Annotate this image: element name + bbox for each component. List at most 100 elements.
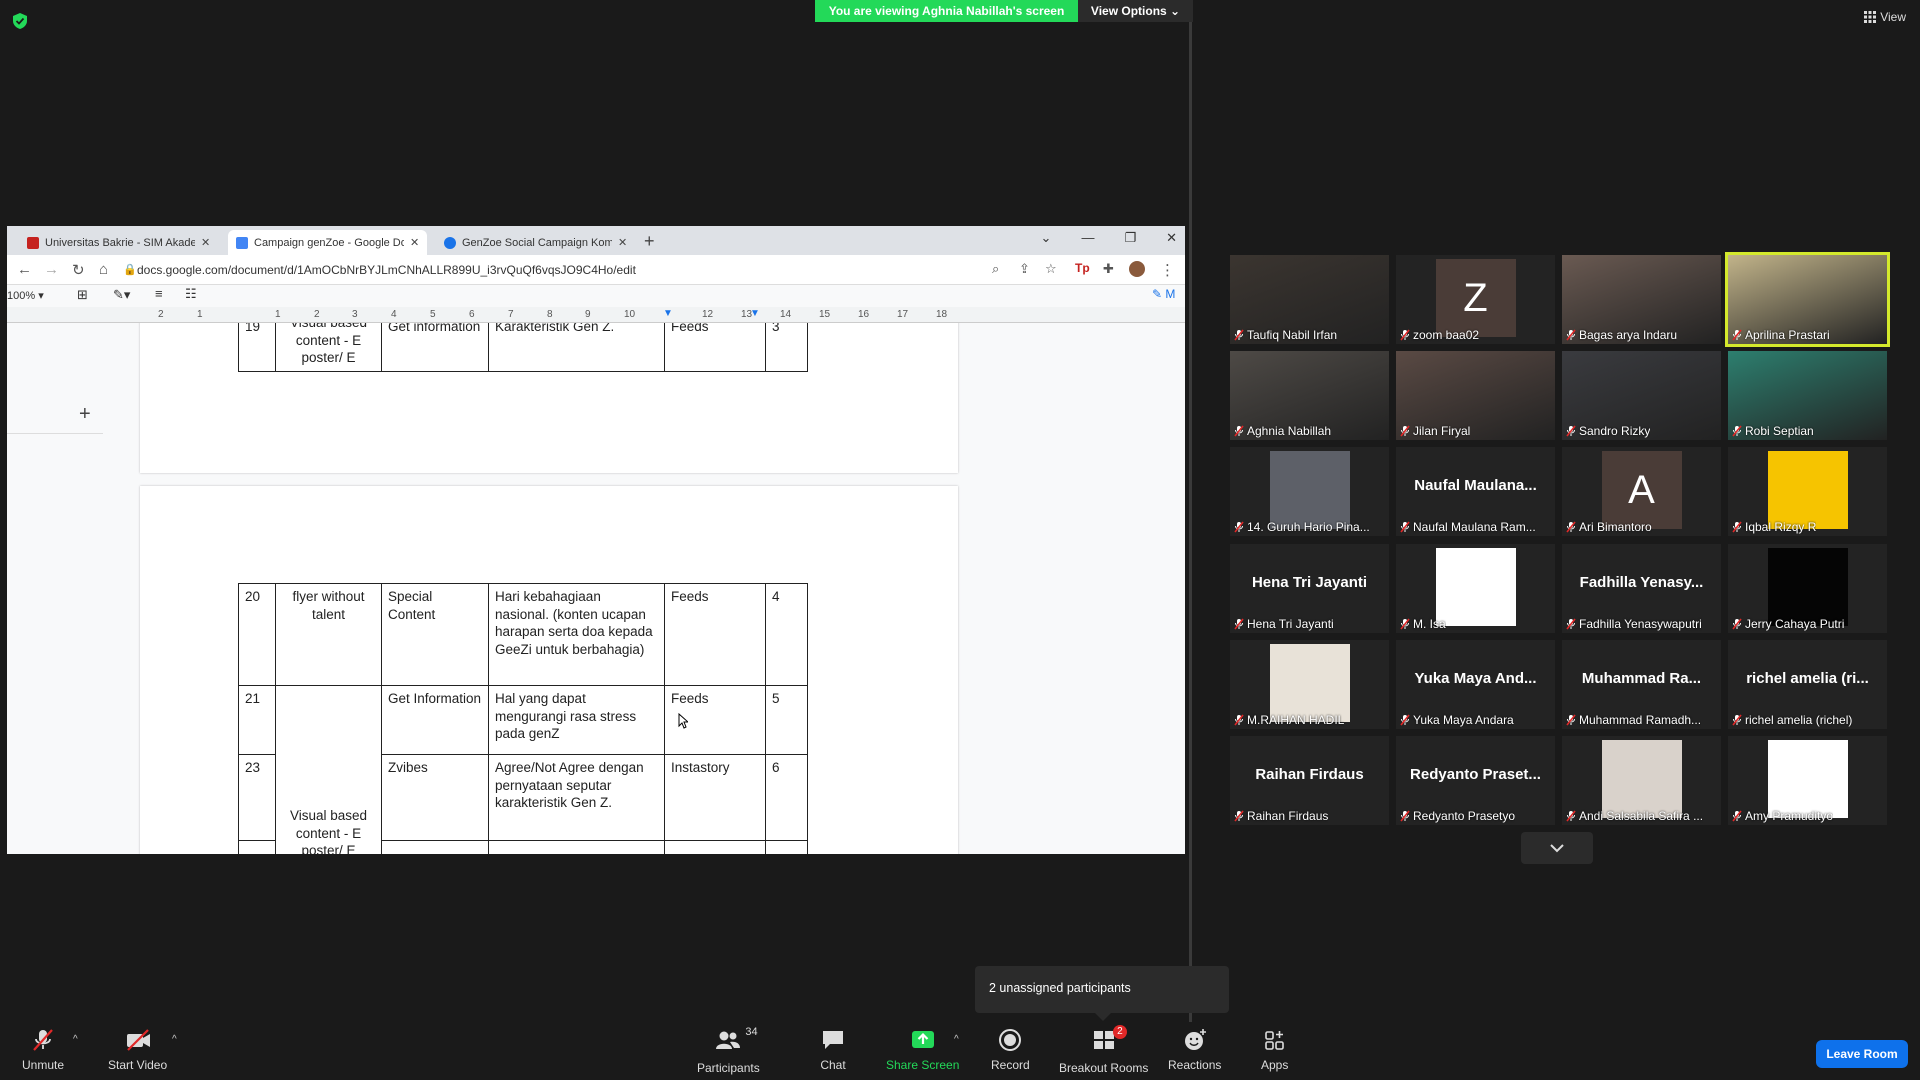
share-screen-button[interactable]: Share Screen: [886, 1028, 959, 1072]
participant-tile[interactable]: Iqbal Rizqy R: [1728, 447, 1887, 536]
cell-purpose[interactable]: Get Information: [381, 685, 489, 755]
document-canvas[interactable]: + 19 Visual based content - E poster/ E …: [7, 323, 1185, 854]
new-tab-icon[interactable]: +: [644, 231, 655, 252]
cell-week[interactable]: 6: [765, 754, 808, 841]
participant-tile[interactable]: Naufal Maulana... Naufal Maulana Ram...: [1396, 447, 1555, 536]
right-indent-marker-icon[interactable]: ▼: [750, 308, 760, 319]
browser-tab-campaign-doc[interactable]: Campaign genZoe - Google Doc ✕: [228, 230, 428, 255]
cell-platform[interactable]: [664, 840, 766, 854]
participants-button[interactable]: 34 Participants: [697, 1026, 760, 1075]
cell-purpose[interactable]: Get information: [381, 323, 489, 372]
close-window-icon[interactable]: ✕: [1166, 230, 1177, 246]
reactions-button[interactable]: Reactions: [1168, 1028, 1221, 1072]
browser-tab-social-campaign[interactable]: GenZoe Social Campaign Kom63 ✕: [436, 230, 635, 255]
add-tab-outline-icon[interactable]: +: [79, 403, 91, 426]
participant-tile[interactable]: Andi Salsabila Safira ...: [1562, 736, 1721, 825]
bookmark-star-icon[interactable]: ☆: [1045, 261, 1057, 277]
cell-platform[interactable]: Feeds: [664, 583, 766, 686]
line-spacing-icon[interactable]: ≡: [155, 286, 163, 301]
breakout-rooms-button[interactable]: 2 Breakout Rooms: [1059, 1025, 1148, 1075]
minimize-icon[interactable]: —: [1081, 230, 1094, 246]
cell-purpose[interactable]: Special Content: [381, 583, 489, 686]
participant-tile[interactable]: Jerry Cahaya Putri: [1728, 544, 1887, 633]
participant-tile[interactable]: Taufiq Nabil Irfan: [1230, 255, 1389, 344]
audio-options-caret-icon[interactable]: ^: [73, 1034, 78, 1045]
participant-tile[interactable]: Sandro Rizky: [1562, 351, 1721, 440]
view-button[interactable]: View: [1864, 10, 1906, 24]
view-options-button[interactable]: View Options ⌄: [1078, 0, 1193, 22]
screen-gallery-splitter[interactable]: [1189, 22, 1192, 1022]
close-tab-icon[interactable]: ✕: [618, 236, 627, 249]
participant-tile[interactable]: Robi Septian: [1728, 351, 1887, 440]
cell-format[interactable]: flyer without talent: [275, 583, 382, 686]
participant-tile[interactable]: M. Isa: [1396, 544, 1555, 633]
participant-tile[interactable]: richel amelia (ri... richel amelia (riche…: [1728, 640, 1887, 729]
share-page-icon[interactable]: ⇪: [1019, 261, 1030, 277]
apps-button[interactable]: Apps: [1261, 1028, 1288, 1072]
reload-icon[interactable]: ↻: [72, 261, 85, 279]
cell-content[interactable]: Karakteristik Gen Z.: [488, 323, 665, 372]
participant-tile[interactable]: Fadhilla Yenasy... Fadhilla Yenasywaputri: [1562, 544, 1721, 633]
participant-tile[interactable]: A Ari Bimantoro: [1562, 447, 1721, 536]
browser-tab-sim[interactable]: Universitas Bakrie - SIM Akadem ✕: [19, 230, 218, 255]
participant-tile[interactable]: Raihan Firdaus Raihan Firdaus: [1230, 736, 1389, 825]
indent-marker-icon[interactable]: ▼: [663, 308, 673, 319]
checklist-icon[interactable]: ☷: [185, 286, 197, 302]
gallery-next-page-button[interactable]: [1521, 832, 1593, 864]
cell-content[interactable]: Hal yang dapat mengurangi rasa stress pa…: [488, 685, 665, 755]
tab-search-icon[interactable]: ⌄: [1041, 230, 1052, 246]
start-video-button[interactable]: Start Video: [108, 1028, 167, 1072]
participant-tile[interactable]: Aghnia Nabillah: [1230, 351, 1389, 440]
cell-purpose[interactable]: Zvibes: [381, 754, 489, 841]
security-shield-icon[interactable]: [12, 12, 28, 30]
back-arrow-icon[interactable]: ←: [17, 261, 32, 278]
participant-tile[interactable]: Zzoom baa02: [1396, 255, 1555, 344]
cell-no[interactable]: 21: [238, 685, 276, 755]
zoom-lens-icon[interactable]: ⌕: [992, 261, 999, 277]
cell-week[interactable]: 3: [765, 323, 808, 372]
participant-tile[interactable]: Aprilina Prastari: [1725, 252, 1890, 347]
leave-room-button[interactable]: Leave Room: [1816, 1040, 1908, 1068]
unmute-button[interactable]: Unmute: [22, 1028, 64, 1072]
participant-tile[interactable]: M.RAIHAN HADIL: [1230, 640, 1389, 729]
highlight-pen-icon[interactable]: ✎▾: [113, 287, 130, 303]
extension-tp-icon[interactable]: Tp: [1075, 261, 1090, 275]
cell-content[interactable]: [488, 840, 665, 854]
cell-no[interactable]: [238, 840, 276, 854]
cell-week[interactable]: 5: [765, 685, 808, 755]
cell-platform[interactable]: Feeds: [664, 323, 766, 372]
participant-tile[interactable]: Amy Pramudityo: [1728, 736, 1887, 825]
participant-tile[interactable]: Redyanto Praset... Redyanto Prasetyo: [1396, 736, 1555, 825]
participant-tile[interactable]: Muhammad Ra... Muhammad Ramadh...: [1562, 640, 1721, 729]
participant-tile[interactable]: Jilan Firyal: [1396, 351, 1555, 440]
cell-week[interactable]: [765, 840, 808, 854]
cell-format[interactable]: Visual based content - E poster/ E: [275, 685, 382, 854]
record-button[interactable]: Record: [991, 1028, 1030, 1072]
close-tab-icon[interactable]: ✕: [410, 236, 419, 249]
browser-menu-icon[interactable]: ⋮: [1160, 261, 1175, 279]
cell-no[interactable]: 19: [238, 323, 276, 372]
participant-tile[interactable]: Yuka Maya And... Yuka Maya Andara: [1396, 640, 1555, 729]
close-tab-icon[interactable]: ✕: [201, 236, 210, 249]
forward-arrow-icon[interactable]: →: [44, 261, 59, 278]
chat-button[interactable]: Chat: [820, 1028, 846, 1072]
editing-mode-button[interactable]: ✎ M: [1152, 287, 1175, 301]
participant-tile[interactable]: Hena Tri Jayanti Hena Tri Jayanti: [1230, 544, 1389, 633]
participant-tile[interactable]: 14. Guruh Hario Pina...: [1230, 447, 1389, 536]
share-options-caret-icon[interactable]: ^: [954, 1034, 959, 1045]
cell-week[interactable]: 4: [765, 583, 808, 686]
url-field[interactable]: docs.google.com/document/d/1AmOCbNrBYJLm…: [137, 263, 636, 277]
cell-no[interactable]: 20: [238, 583, 276, 686]
cell-no[interactable]: 23: [238, 754, 276, 841]
home-icon[interactable]: ⌂: [99, 261, 108, 278]
cell-purpose[interactable]: [381, 840, 489, 854]
cell-format[interactable]: Visual based content - E poster/ E: [275, 323, 382, 372]
participant-tile[interactable]: Bagas arya Indaru: [1562, 255, 1721, 344]
maximize-icon[interactable]: ❐: [1124, 230, 1136, 246]
comment-add-icon[interactable]: ⊞: [77, 287, 88, 303]
extensions-puzzle-icon[interactable]: ✚: [1103, 261, 1114, 277]
profile-avatar-icon[interactable]: [1129, 261, 1145, 277]
zoom-select[interactable]: 100% ▾: [7, 289, 44, 302]
lock-icon[interactable]: 🔒: [123, 263, 137, 276]
cell-platform[interactable]: Instastory: [664, 754, 766, 841]
